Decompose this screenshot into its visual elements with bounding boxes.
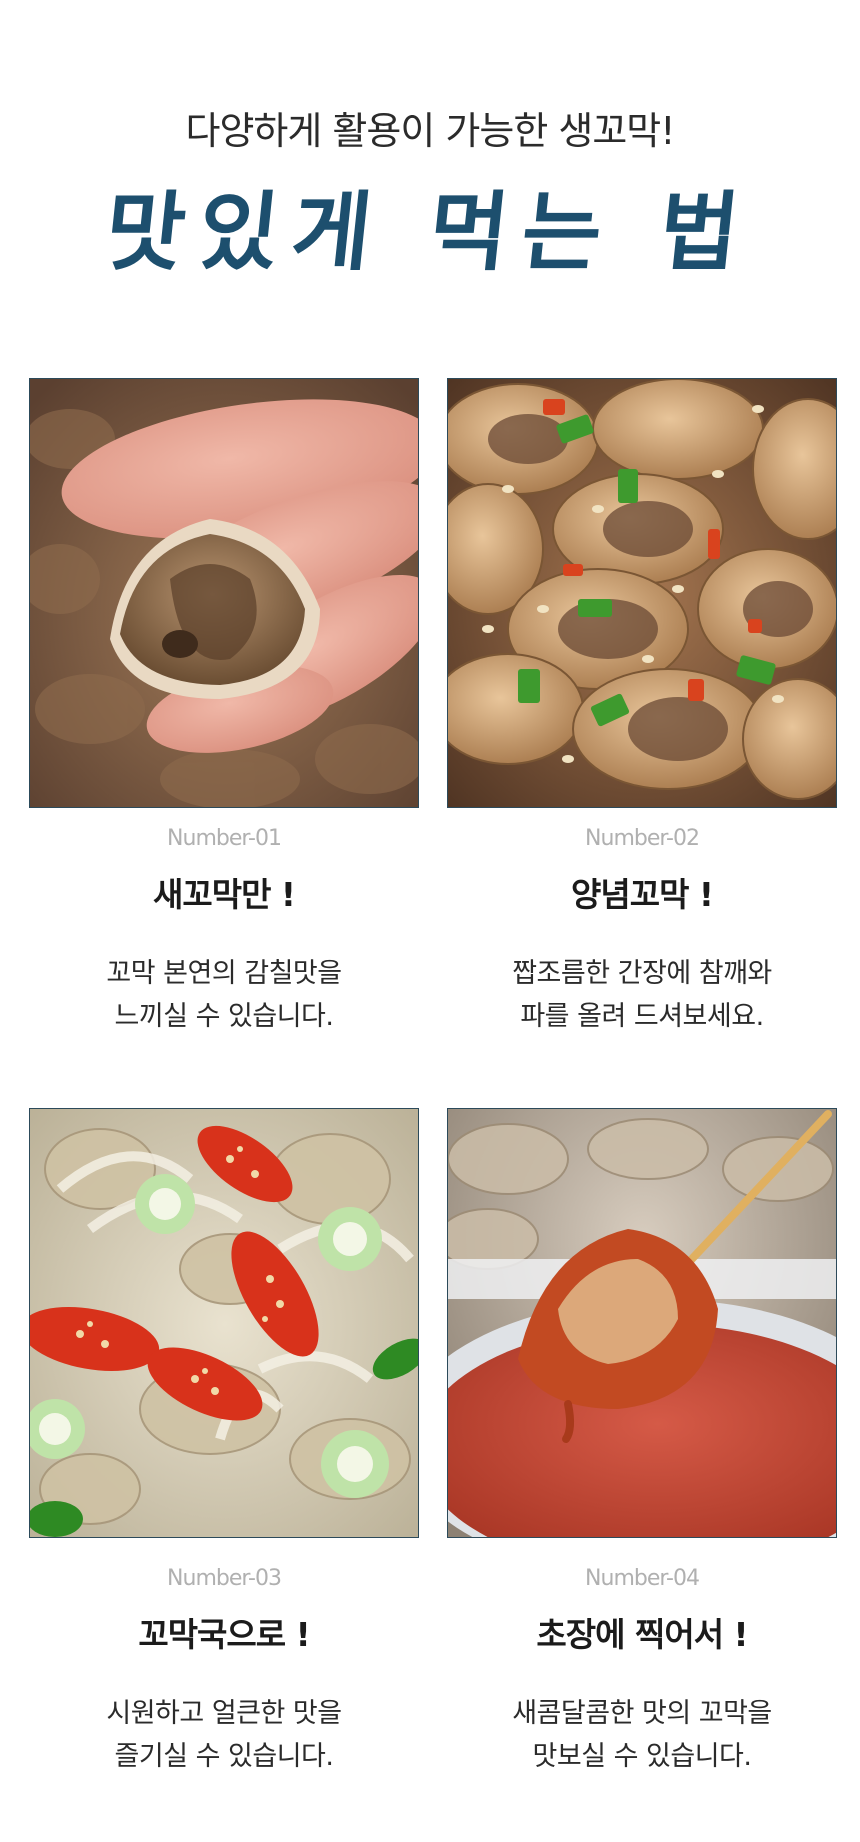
item-heading: 꼬막국으로 ! — [138, 1615, 310, 1654]
page-subtitle: 다양하게 활용이 가능한 생꼬막! — [185, 109, 676, 153]
card-4: Number-04 초장에 찍어서 ! 새콤달콤한 맛의 꼬막을 맛보실 수 있… — [447, 1108, 837, 1798]
description-line: 파를 올려 드셔보세요. — [520, 1001, 764, 1032]
item-number: Number-01 — [167, 826, 282, 851]
item-heading: 양념꼬막 ! — [571, 875, 714, 914]
item-description: 꼬막 본연의 감칠맛을 느끼실 수 있습니다. — [29, 952, 419, 1038]
photo-seasoned-cockles — [447, 378, 837, 808]
photo-hand-holding-cockle — [29, 378, 419, 808]
photo-cockle-dipped-in-chojang — [447, 1108, 837, 1538]
item-heading: 초장에 찍어서 ! — [536, 1615, 748, 1654]
description-line: 새콤달콤한 맛의 꼬막을 — [512, 1698, 772, 1729]
card-3: Number-03 꼬막국으로 ! 시원하고 얼큰한 맛을 즐기실 수 있습니다… — [29, 1108, 419, 1798]
description-line: 시원하고 얼큰한 맛을 — [106, 1698, 342, 1729]
card-2: Number-02 양념꼬막 ! 짭조름한 간장에 참깨와 파를 올려 드셔보세… — [447, 378, 837, 1058]
item-heading: 새꼬막만 ! — [153, 875, 296, 914]
description-line: 즐기실 수 있습니다. — [114, 1741, 334, 1772]
item-description: 짭조름한 간장에 참깨와 파를 올려 드셔보세요. — [447, 952, 837, 1038]
description-line: 꼬막 본연의 감칠맛을 — [106, 958, 342, 989]
description-line: 느끼실 수 있습니다. — [114, 1001, 334, 1032]
item-number: Number-03 — [167, 1566, 282, 1591]
item-number: Number-04 — [585, 1566, 700, 1591]
item-number: Number-02 — [585, 826, 700, 851]
item-description: 시원하고 얼큰한 맛을 즐기실 수 있습니다. — [29, 1692, 419, 1778]
card-1: Number-01 새꼬막만 ! 꼬막 본연의 감칠맛을 느끼실 수 있습니다. — [29, 378, 419, 1058]
item-description: 새콤달콤한 맛의 꼬막을 맛보실 수 있습니다. — [447, 1692, 837, 1778]
description-line: 맛보실 수 있습니다. — [532, 1741, 752, 1772]
description-line: 짭조름한 간장에 참깨와 — [512, 958, 772, 989]
page-title: 맛있게 먹는 법 — [100, 182, 758, 283]
photo-cockle-soup — [29, 1108, 419, 1538]
